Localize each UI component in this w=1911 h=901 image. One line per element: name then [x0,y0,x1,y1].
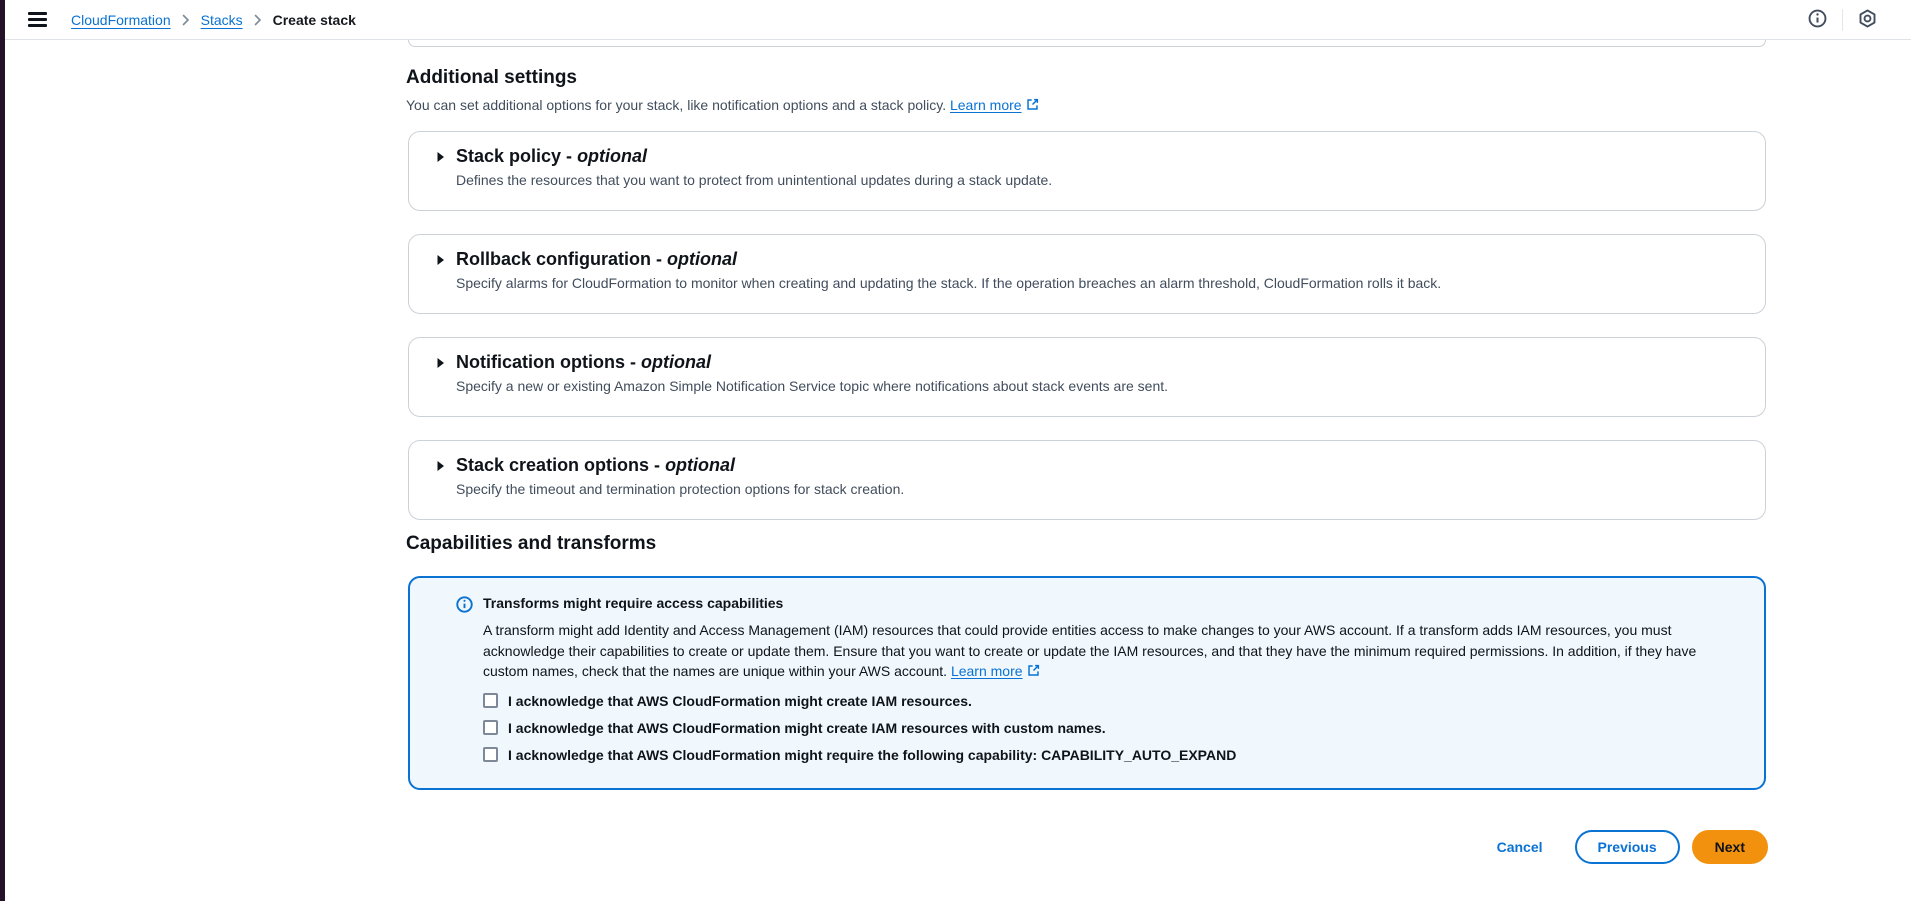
side-menu-toggle[interactable] [28,12,47,27]
external-link-icon [1027,664,1040,677]
top-navigation-bar: CloudFormation Stacks Create stack [0,0,1911,40]
settings-button[interactable] [1858,9,1877,31]
caret-right-icon [436,460,445,472]
panel-description: Specify alarms for CloudFormation to mon… [456,275,1765,291]
chevron-right-icon [182,14,190,26]
alert-title: Transforms might require access capabili… [483,595,1740,611]
acknowledge-iam-custom-names-row[interactable]: I acknowledge that AWS CloudFormation mi… [483,720,1740,736]
expandable-panel-stack-policy: Stack policy - optional Defines the reso… [408,131,1766,211]
external-link-icon [1026,98,1039,111]
breadcrumb-stacks[interactable]: Stacks [201,12,243,28]
checkbox-label: I acknowledge that AWS CloudFormation mi… [508,720,1106,736]
learn-more-label: Learn more [950,97,1022,113]
info-alert-transforms-capabilities: Transforms might require access capabili… [408,576,1766,790]
capabilities-heading: Capabilities and transforms [406,533,656,555]
breadcrumb-current-page: Create stack [273,12,356,28]
panel-title: Notification options - optional [456,352,711,373]
description-text: You can set additional options for your … [406,97,946,113]
info-icon [456,596,473,788]
divider [1842,9,1843,31]
panel-description: Specify the timeout and termination prot… [456,481,1765,497]
alert-body: A transform might add Identity and Acces… [483,620,1740,682]
panel-title: Stack policy - optional [456,146,647,167]
chevron-right-icon [254,14,262,26]
checkbox-label: I acknowledge that AWS CloudFormation mi… [508,747,1236,763]
expandable-section-header-rollback-configuration[interactable]: Rollback configuration - optional [409,235,1765,270]
previous-button[interactable]: Previous [1575,830,1680,864]
checkbox-iam-custom-names[interactable] [483,720,498,735]
window-left-edge [0,0,5,901]
expandable-panel-rollback-configuration: Rollback configuration - optional Specif… [408,234,1766,314]
alert-body-text: A transform might add Identity and Acces… [483,622,1696,679]
expandable-section-header-stack-policy[interactable]: Stack policy - optional [409,132,1765,167]
checkbox-capability-auto-expand[interactable] [483,747,498,762]
gear-icon [1858,9,1877,31]
help-panel-button[interactable] [1808,9,1827,31]
checkbox-label: I acknowledge that AWS CloudFormation mi… [508,693,972,709]
acknowledge-iam-resources-row[interactable]: I acknowledge that AWS CloudFormation mi… [483,693,1740,709]
hamburger-icon [28,12,47,27]
caret-right-icon [436,151,445,163]
wizard-actions: Cancel Previous Next [1479,830,1768,864]
expandable-section-header-notification-options[interactable]: Notification options - optional [409,338,1765,373]
learn-more-link[interactable]: Learn more [950,97,1039,113]
info-icon [1808,9,1827,31]
expandable-section-header-stack-creation-options[interactable]: Stack creation options - optional [409,441,1765,476]
additional-settings-heading: Additional settings [406,67,577,89]
panel-title: Stack creation options - optional [456,455,735,476]
caret-right-icon [436,357,445,369]
learn-more-link[interactable]: Learn more [951,663,1040,679]
breadcrumb: CloudFormation Stacks Create stack [71,12,356,28]
breadcrumb-cloudformation[interactable]: CloudFormation [71,12,171,28]
alert-content: Transforms might require access capabili… [483,595,1740,788]
cancel-button[interactable]: Cancel [1479,839,1561,855]
panel-title: Rollback configuration - optional [456,249,737,270]
panel-description: Defines the resources that you want to p… [456,172,1765,188]
expandable-panel-notification-options: Notification options - optional Specify … [408,337,1766,417]
additional-settings-description: You can set additional options for your … [406,97,1039,113]
header-utilities [1808,9,1877,31]
checkbox-iam-resources[interactable] [483,693,498,708]
next-button[interactable]: Next [1692,830,1768,864]
previous-section-card-edge [408,40,1766,47]
expandable-panel-stack-creation-options: Stack creation options - optional Specif… [408,440,1766,520]
caret-right-icon [436,254,445,266]
acknowledge-capability-auto-expand-row[interactable]: I acknowledge that AWS CloudFormation mi… [483,747,1740,763]
panel-description: Specify a new or existing Amazon Simple … [456,378,1765,394]
learn-more-label: Learn more [951,663,1023,679]
cloudformation-create-stack-page: CloudFormation Stacks Create stack [0,0,1911,901]
